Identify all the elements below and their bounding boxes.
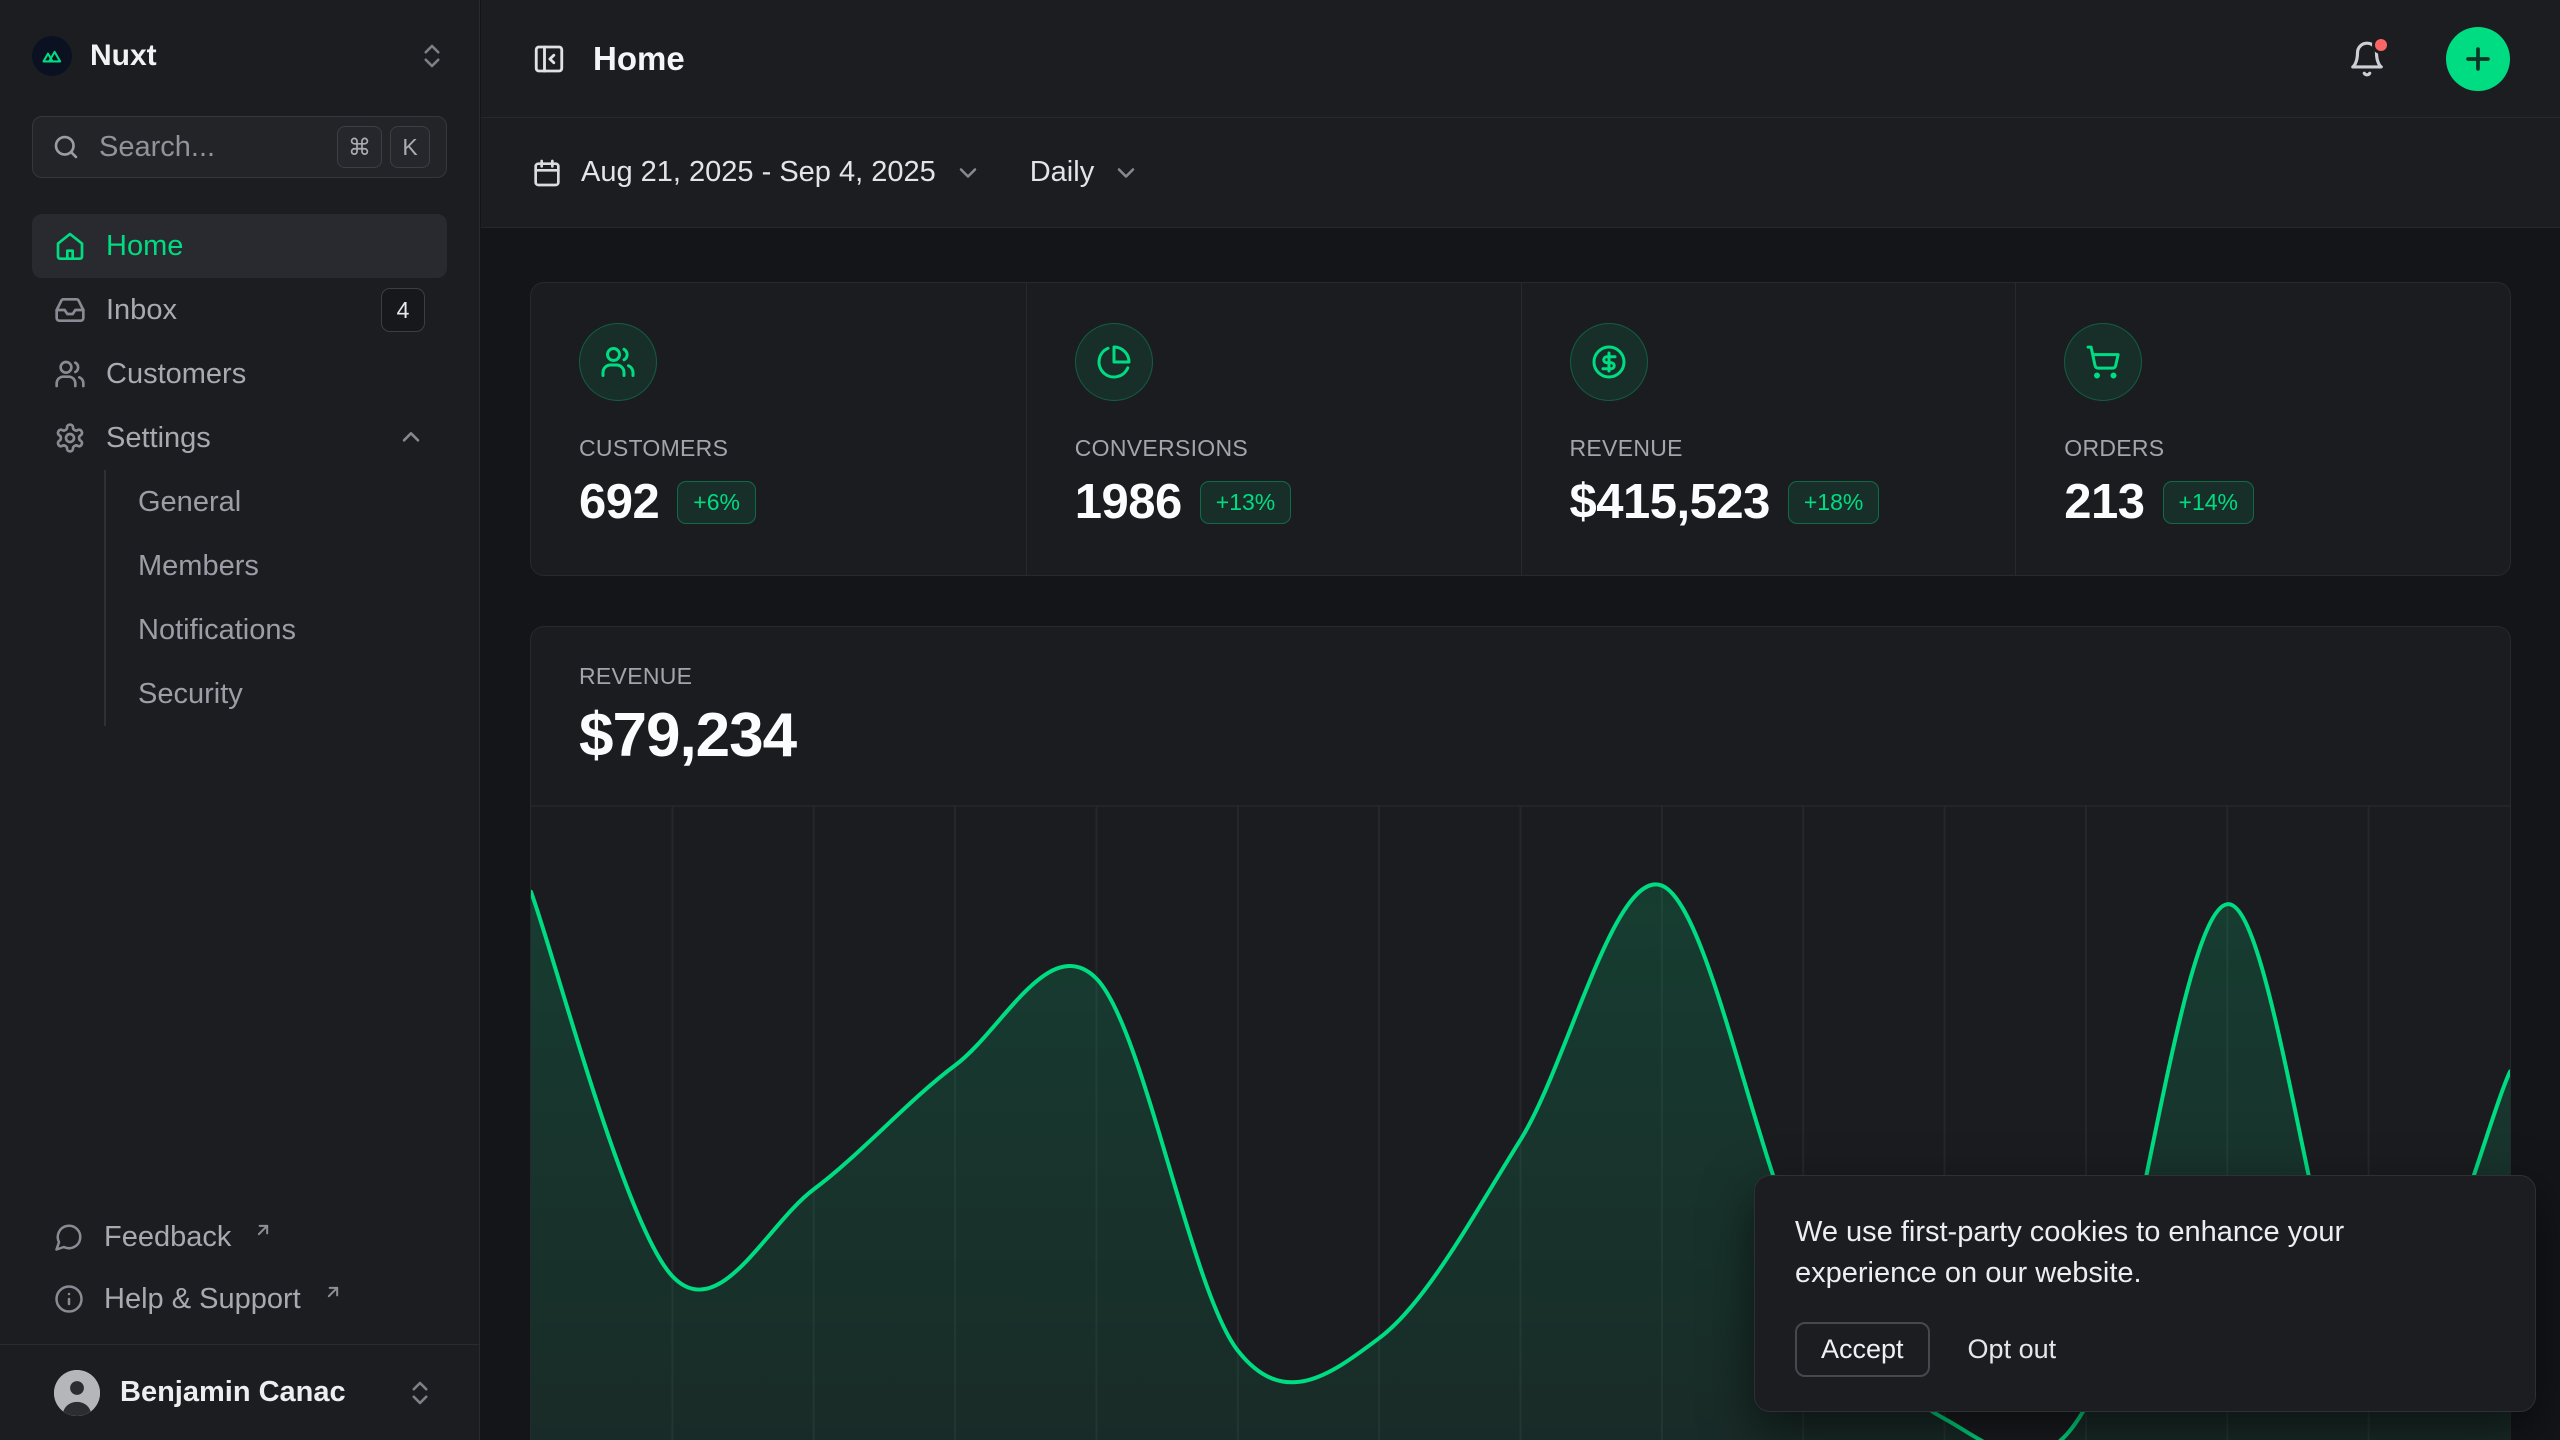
search-shortcut: ⌘ K <box>337 126 430 168</box>
stat-conversions[interactable]: CONVERSIONS 1986 +13% <box>1026 283 1521 575</box>
stat-label: ORDERS <box>2064 435 2462 462</box>
stat-label: CONVERSIONS <box>1075 435 1473 462</box>
page-title: Home <box>593 40 2322 78</box>
stat-revenue[interactable]: REVENUE $415,523 +18% <box>1521 283 2016 575</box>
sidebar-item-home[interactable]: Home <box>32 214 447 278</box>
user-name: Benjamin Canac <box>120 1376 385 1409</box>
users-icon <box>579 323 657 401</box>
date-range-value: Aug 21, 2025 - Sep 4, 2025 <box>581 156 936 189</box>
settings-subnav: General Members Notifications Security <box>104 470 447 726</box>
chevron-down-icon <box>954 159 982 187</box>
plus-icon <box>2461 42 2495 76</box>
sidebar-item-notifications[interactable]: Notifications <box>106 598 447 662</box>
sidebar-collapse-icon[interactable] <box>531 41 567 77</box>
users-icon <box>54 358 86 390</box>
stat-value: $415,523 <box>1570 474 1770 530</box>
page-header: Home <box>481 0 2560 118</box>
stat-label: CUSTOMERS <box>579 435 978 462</box>
home-icon <box>54 230 86 262</box>
cookie-banner: We use first-party cookies to enhance yo… <box>1754 1175 2536 1412</box>
inbox-count-badge: 4 <box>381 288 425 332</box>
stats-card: CUSTOMERS 692 +6% CONVERSIONS 1986 +13% <box>530 282 2511 576</box>
search-placeholder: Search... <box>99 131 319 164</box>
chevrons-up-down-icon <box>417 41 447 71</box>
workspace-switcher[interactable]: Nuxt <box>0 0 479 104</box>
kbd-k: K <box>390 126 430 168</box>
stat-delta-badge: +14% <box>2163 481 2254 524</box>
add-button[interactable] <box>2446 27 2510 91</box>
sidebar-item-settings[interactable]: Settings <box>32 406 447 470</box>
sidebar: Nuxt Search... ⌘ K Home <box>0 0 480 1440</box>
sidebar-item-members[interactable]: Members <box>106 534 447 598</box>
stat-delta-badge: +6% <box>677 481 756 524</box>
search-icon <box>51 132 81 162</box>
filters-toolbar: Aug 21, 2025 - Sep 4, 2025 Daily <box>481 118 2560 228</box>
stat-value: 692 <box>579 474 659 530</box>
gear-icon <box>54 422 86 454</box>
chevrons-up-down-icon <box>405 1378 435 1408</box>
avatar <box>54 1370 100 1416</box>
workspace-name: Nuxt <box>90 39 399 73</box>
stat-delta-badge: +18% <box>1788 481 1879 524</box>
sidebar-item-customers[interactable]: Customers <box>32 342 447 406</box>
stat-value: 1986 <box>1075 474 1182 530</box>
revenue-chart-value: $79,234 <box>579 700 2462 771</box>
cookie-message: We use first-party cookies to enhance yo… <box>1795 1212 2455 1294</box>
sidebar-footer: Feedback Help & Support <box>0 1206 479 1344</box>
notifications-button[interactable] <box>2348 40 2386 78</box>
date-range-picker[interactable]: Aug 21, 2025 - Sep 4, 2025 <box>531 156 982 189</box>
sidebar-item-security[interactable]: Security <box>106 662 447 726</box>
sidebar-item-general[interactable]: General <box>106 470 447 534</box>
sidebar-item-label: Customers <box>106 358 425 391</box>
search-input[interactable]: Search... ⌘ K <box>32 116 447 178</box>
accept-button[interactable]: Accept <box>1795 1322 1930 1377</box>
stat-customers[interactable]: CUSTOMERS 692 +6% <box>531 283 1026 575</box>
revenue-chart-label: REVENUE <box>579 663 2462 690</box>
external-link-icon <box>323 1282 343 1302</box>
sidebar-item-label: Home <box>106 230 425 263</box>
external-link-icon <box>253 1220 273 1240</box>
kbd-cmd: ⌘ <box>337 126 382 168</box>
pie-chart-icon <box>1075 323 1153 401</box>
inbox-icon <box>54 294 86 326</box>
feedback-label: Feedback <box>104 1221 231 1254</box>
chevron-down-icon <box>1112 159 1140 187</box>
help-support-link[interactable]: Help & Support <box>32 1268 447 1330</box>
sidebar-spacer <box>0 726 479 1206</box>
dollar-circle-icon <box>1570 323 1648 401</box>
granularity-value: Daily <box>1030 156 1094 189</box>
help-support-label: Help & Support <box>104 1283 301 1316</box>
stat-value: 213 <box>2064 474 2144 530</box>
opt-out-button[interactable]: Opt out <box>1968 1334 2057 1365</box>
sidebar-item-label: Settings <box>106 422 377 455</box>
sidebar-item-label: Inbox <box>106 294 361 327</box>
sidebar-nav: Home Inbox 4 Customers <box>0 194 479 726</box>
chat-bubble-icon <box>54 1222 84 1252</box>
chevron-up-icon <box>397 424 425 452</box>
granularity-select[interactable]: Daily <box>1030 156 1140 189</box>
feedback-link[interactable]: Feedback <box>32 1206 447 1268</box>
notification-dot <box>2372 36 2390 54</box>
nuxt-logo <box>32 36 72 76</box>
info-circle-icon <box>54 1284 84 1314</box>
cart-icon <box>2064 323 2142 401</box>
stat-label: REVENUE <box>1570 435 1968 462</box>
stat-delta-badge: +13% <box>1200 481 1291 524</box>
stat-orders[interactable]: ORDERS 213 +14% <box>2015 283 2510 575</box>
calendar-icon <box>531 157 563 189</box>
user-menu[interactable]: Benjamin Canac <box>0 1344 479 1440</box>
sidebar-item-inbox[interactable]: Inbox 4 <box>32 278 447 342</box>
